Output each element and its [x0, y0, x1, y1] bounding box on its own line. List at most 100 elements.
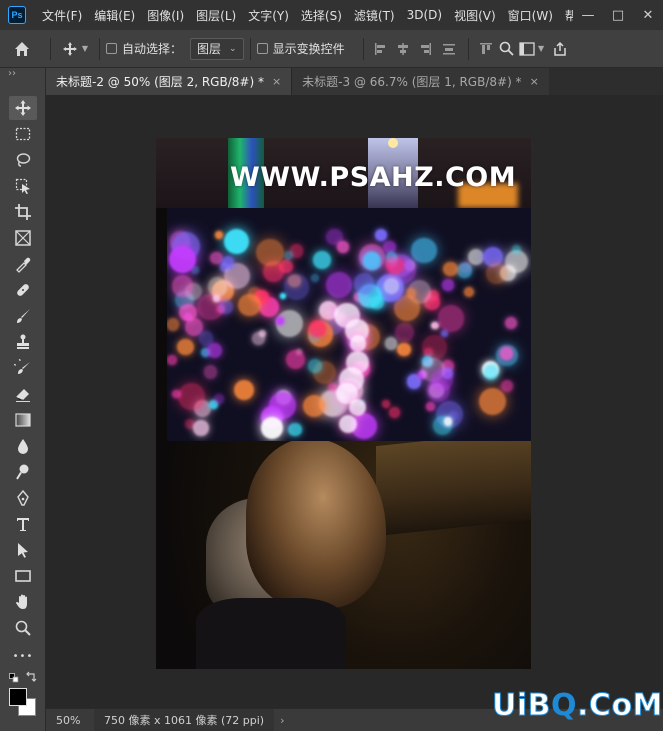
frame-icon	[15, 230, 31, 246]
brand-text-c: .CoM	[577, 688, 663, 724]
chevron-down-icon: ▼	[538, 44, 545, 53]
separator	[99, 37, 100, 60]
show-transform-label: 显示变换控件	[272, 42, 345, 56]
eyedropper-tool[interactable]	[9, 252, 37, 276]
hand-icon	[16, 594, 27, 609]
default-colors-button[interactable]	[9, 672, 19, 683]
auto-select-label: 自动选择：	[122, 42, 183, 56]
foreground-color-swatch[interactable]	[9, 688, 27, 706]
collapse-toolbar-button[interactable]: ››	[8, 68, 16, 79]
gradient-icon	[15, 413, 31, 427]
object-selection-icon	[15, 178, 30, 194]
align-left-button[interactable]	[370, 35, 392, 63]
bokeh-dot	[505, 316, 518, 329]
type-tool[interactable]	[9, 512, 37, 536]
move-icon	[15, 100, 31, 116]
distribute-icon	[442, 43, 455, 54]
document-tabs: 未标题-2 @ 50% (图层 2, RGB/8#) * × 未标题-3 @ 6…	[46, 68, 663, 95]
document-canvas[interactable]	[156, 138, 531, 669]
menu-layer[interactable]: 图层(L)	[190, 7, 242, 24]
eraser-tool[interactable]	[9, 382, 37, 406]
bokeh-dot	[468, 249, 485, 266]
close-tab-button[interactable]: ×	[272, 75, 281, 88]
menu-edit[interactable]: 编辑(E)	[88, 7, 141, 24]
pen-tool[interactable]	[9, 486, 37, 510]
minimize-button[interactable]: —	[573, 0, 603, 30]
bokeh-dot	[479, 387, 507, 416]
separator	[50, 37, 51, 60]
workspace-icon	[519, 41, 535, 56]
bokeh-dot	[442, 279, 454, 291]
menu-bar: Ps 文件(F) 编辑(E) 图像(I) 图层(L) 文字(Y) 选择(S) 滤…	[0, 0, 663, 30]
auto-select-checkbox[interactable]	[106, 43, 117, 54]
align-right-button[interactable]	[414, 35, 436, 63]
marquee-tool[interactable]	[9, 122, 37, 146]
menu-select[interactable]: 选择(S)	[295, 7, 348, 24]
path-selection-tool[interactable]	[9, 538, 37, 562]
bokeh-dot	[308, 358, 323, 373]
align-top-button[interactable]	[475, 35, 497, 63]
workspace-switcher[interactable]: ▼	[517, 35, 547, 63]
restore-button[interactable]: □	[603, 0, 633, 30]
frame-tool[interactable]	[9, 226, 37, 250]
show-transform-checkbox[interactable]	[256, 43, 268, 54]
zoom-icon	[15, 620, 31, 636]
bokeh-dot	[280, 293, 287, 300]
close-button[interactable]: ✕	[633, 0, 663, 30]
menu-image[interactable]: 图像(I)	[141, 7, 190, 24]
search-button[interactable]	[497, 35, 517, 63]
lasso-tool[interactable]	[9, 148, 37, 172]
auto-select-dropdown[interactable]: 图层 ⌄	[190, 37, 244, 60]
brush-tool[interactable]	[9, 304, 37, 328]
rectangle-tool[interactable]	[9, 564, 37, 588]
menu-window[interactable]: 窗口(W)	[502, 7, 559, 24]
bokeh-dot	[221, 256, 235, 269]
align-top-icon	[479, 42, 492, 54]
tab-document-3[interactable]: 未标题-3 @ 66.7% (图层 1, RGB/8#) * ×	[291, 68, 549, 95]
stamp-icon	[17, 334, 29, 349]
zoom-tool[interactable]	[9, 616, 37, 640]
tab-document-2[interactable]: 未标题-2 @ 50% (图层 2, RGB/8#) * ×	[46, 68, 292, 95]
tool-preset-picker[interactable]: ▼	[57, 35, 93, 63]
menu-3d[interactable]: 3D(D)	[401, 8, 448, 22]
swap-colors-button[interactable]	[25, 671, 37, 683]
menu-file[interactable]: 文件(F)	[36, 7, 88, 24]
tab-label: 未标题-2 @ 50% (图层 2, RGB/8#) *	[56, 75, 264, 89]
history-brush-tool[interactable]	[9, 356, 37, 380]
healing-brush-tool[interactable]	[9, 278, 37, 302]
bokeh-dot	[437, 304, 465, 332]
zoom-level[interactable]: 50%	[46, 714, 94, 727]
bokeh-dot	[405, 288, 416, 298]
hand-tool[interactable]	[9, 590, 37, 614]
align-center-button[interactable]	[392, 35, 414, 63]
distribute-button[interactable]	[436, 35, 462, 63]
object-selection-tool[interactable]	[9, 174, 37, 198]
site-watermark: UiBQ.CoM	[491, 688, 663, 724]
move-tool[interactable]	[9, 96, 37, 120]
menu-filter[interactable]: 滤镜(T)	[348, 7, 401, 24]
bandage-icon	[17, 284, 29, 296]
brush-icon	[17, 309, 30, 323]
menu-type[interactable]: 文字(Y)	[242, 7, 295, 24]
bokeh-dot	[388, 407, 400, 419]
clone-stamp-tool[interactable]	[9, 330, 37, 354]
bokeh-dot	[411, 237, 437, 264]
chevron-right-icon[interactable]: ›	[280, 714, 284, 727]
options-bar: ▼ 自动选择： 图层 ⌄ 显示变换控件 ▼	[0, 30, 663, 68]
bokeh-dot	[328, 383, 337, 392]
drop-icon	[18, 439, 28, 454]
menu-view[interactable]: 视图(V)	[448, 7, 502, 24]
blur-tool[interactable]	[9, 434, 37, 458]
share-button[interactable]	[547, 35, 573, 63]
edit-toolbar-button[interactable]: •••	[9, 644, 37, 668]
tower-light	[388, 138, 398, 148]
gradient-tool[interactable]	[9, 408, 37, 432]
bokeh-dot	[443, 261, 458, 277]
home-button[interactable]	[0, 35, 44, 63]
dodge-tool[interactable]	[9, 460, 37, 484]
close-tab-button[interactable]: ×	[530, 75, 539, 88]
eyedropper-icon	[16, 257, 31, 273]
bokeh-dot	[260, 416, 283, 439]
bokeh-dot	[167, 354, 177, 365]
crop-tool[interactable]	[9, 200, 37, 224]
